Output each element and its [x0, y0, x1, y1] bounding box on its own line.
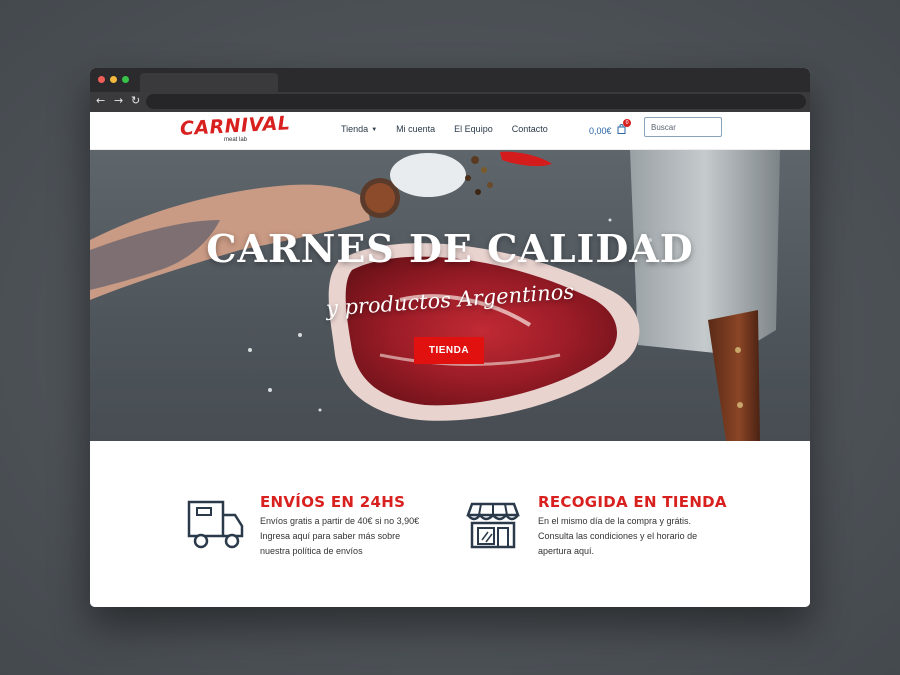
menu-item-el-equipo[interactable]: El Equipo	[454, 124, 493, 134]
menu-item-contacto[interactable]: Contacto	[512, 124, 548, 134]
browser-titlebar	[90, 68, 810, 92]
feature-title-recogida: RECOGIDA EN TIENDA	[538, 493, 727, 511]
shop-button[interactable]: TIENDA	[414, 337, 484, 364]
browser-toolbar: ← → ↻	[90, 92, 810, 112]
feature-text-line[interactable]: Ingresa aquí para saber más sobre	[260, 531, 400, 541]
reload-icon[interactable]: ↻	[131, 93, 140, 109]
browser-tab[interactable]	[140, 73, 278, 92]
address-bar[interactable]	[146, 94, 806, 109]
storefront-icon	[466, 502, 520, 549]
features-section: ENVÍOS EN 24HS Envíos gratis a partir de…	[90, 441, 810, 607]
shopping-bag-icon: 0	[617, 119, 632, 137]
main-menu: Tienda ▼ Mi cuenta El Equipo Contacto	[341, 124, 567, 134]
cart-link[interactable]: 0,00€ 0	[589, 119, 632, 137]
site-header: CARNIVAL meat lab Tienda ▼ Mi cuenta El E…	[90, 112, 810, 150]
carnival-logo[interactable]: CARNIVAL meat lab	[179, 112, 290, 146]
search-input[interactable]	[644, 117, 722, 137]
forward-arrow-icon[interactable]: →	[114, 93, 123, 109]
feature-text-line: En el mismo día de la compra y grátis.	[538, 516, 692, 526]
hero-title: CARNES DE CALIDAD	[206, 226, 694, 271]
feature-text-line[interactable]: nuestra política de envíos	[260, 546, 363, 556]
menu-item-mi-cuenta[interactable]: Mi cuenta	[396, 124, 435, 134]
logo-text: CARNIVAL	[179, 112, 291, 140]
delivery-truck-icon	[187, 500, 244, 549]
back-arrow-icon[interactable]: ←	[96, 93, 105, 109]
menu-label: Tienda	[341, 124, 369, 134]
feature-text-line[interactable]: apertura aquí.	[538, 546, 594, 556]
hero-banner: CARNES DE CALIDAD y productos Argentinos…	[90, 150, 810, 441]
minimize-window-button[interactable]	[110, 76, 117, 83]
browser-window: ← → ↻ CARNIVAL meat lab Tienda ▼ Mi cuent…	[90, 68, 810, 607]
cart-count-badge: 0	[623, 119, 632, 127]
feature-title-envios: ENVÍOS EN 24HS	[260, 493, 406, 511]
cart-total: 0,00€	[589, 126, 612, 136]
menu-item-tienda[interactable]: Tienda ▼	[341, 124, 377, 134]
feature-text-line[interactable]: Consulta las condiciones y el horario de	[538, 531, 697, 541]
maximize-window-button[interactable]	[122, 76, 129, 83]
feature-text-line: Envíos gratis a partir de 40€ si no 3,90…	[260, 516, 420, 526]
logo-subtext: meat lab	[224, 137, 248, 143]
chevron-down-icon: ▼	[371, 127, 378, 133]
close-window-button[interactable]	[98, 76, 105, 83]
